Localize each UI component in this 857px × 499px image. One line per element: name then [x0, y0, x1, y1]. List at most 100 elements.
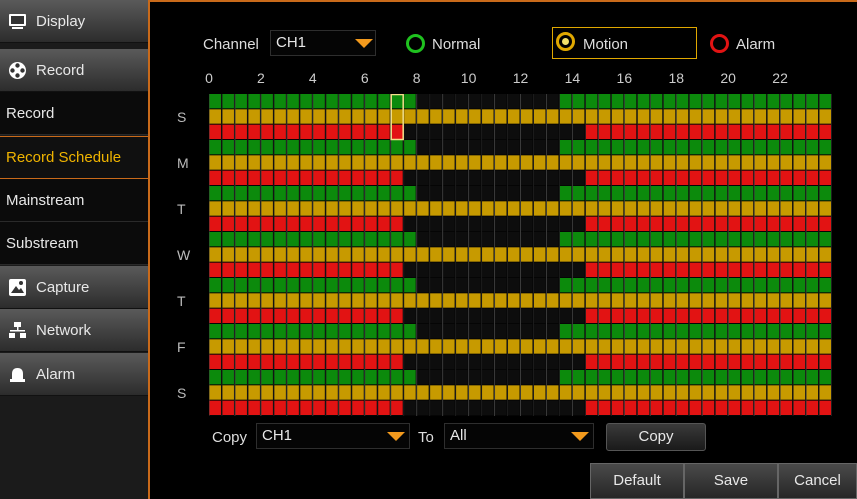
schedule-cell-motion[interactable] — [286, 293, 299, 308]
schedule-cell-normal[interactable] — [377, 186, 390, 201]
schedule-cell-normal[interactable] — [559, 186, 572, 201]
schedule-cell-alarm[interactable] — [455, 308, 468, 323]
schedule-cell-alarm[interactable] — [806, 170, 819, 185]
schedule-cell-motion[interactable] — [689, 109, 702, 124]
schedule-cell-motion[interactable] — [585, 385, 598, 400]
schedule-cell-alarm[interactable] — [403, 170, 416, 185]
schedule-cell-normal[interactable] — [234, 94, 247, 109]
schedule-cell-normal[interactable] — [403, 186, 416, 201]
schedule-cell-motion[interactable] — [637, 293, 650, 308]
schedule-cell-alarm[interactable] — [351, 124, 364, 139]
schedule-cell-normal[interactable] — [260, 232, 273, 247]
schedule-cell-alarm[interactable] — [559, 308, 572, 323]
schedule-cell-alarm[interactable] — [403, 124, 416, 139]
schedule-cell-motion[interactable] — [650, 385, 663, 400]
schedule-cell-normal[interactable] — [650, 186, 663, 201]
schedule-cell-motion[interactable] — [715, 155, 728, 170]
schedule-cell-normal[interactable] — [364, 140, 377, 155]
schedule-cell-motion[interactable] — [741, 247, 754, 262]
schedule-cell-normal[interactable] — [819, 186, 831, 201]
schedule-cell-normal[interactable] — [702, 140, 715, 155]
schedule-cell-normal[interactable] — [728, 278, 741, 293]
schedule-cell-normal[interactable] — [585, 232, 598, 247]
schedule-cell-alarm[interactable] — [234, 262, 247, 277]
schedule-cell-alarm[interactable] — [416, 170, 429, 185]
schedule-cell-motion[interactable] — [728, 109, 741, 124]
schedule-cell-alarm[interactable] — [273, 262, 286, 277]
schedule-cell-alarm[interactable] — [728, 216, 741, 231]
schedule-cell-motion[interactable] — [494, 109, 507, 124]
schedule-cell-normal[interactable] — [209, 140, 221, 155]
schedule-cell-normal[interactable] — [689, 186, 702, 201]
schedule-cell-alarm[interactable] — [234, 216, 247, 231]
schedule-cell-alarm[interactable] — [221, 354, 234, 369]
schedule-cell-motion[interactable] — [637, 109, 650, 124]
schedule-cell-alarm[interactable] — [572, 216, 585, 231]
schedule-cell-normal[interactable] — [780, 94, 793, 109]
schedule-cell-normal[interactable] — [442, 370, 455, 385]
schedule-cell-motion[interactable] — [689, 247, 702, 262]
schedule-cell-alarm[interactable] — [247, 124, 260, 139]
schedule-cell-normal[interactable] — [481, 140, 494, 155]
schedule-cell-motion[interactable] — [793, 339, 806, 354]
schedule-cell-alarm[interactable] — [806, 354, 819, 369]
schedule-cell-normal[interactable] — [325, 140, 338, 155]
schedule-cell-normal[interactable] — [624, 140, 637, 155]
schedule-cell-alarm[interactable] — [702, 400, 715, 415]
schedule-cell-normal[interactable] — [559, 278, 572, 293]
schedule-cell-motion[interactable] — [390, 339, 403, 354]
schedule-cell-normal[interactable] — [689, 370, 702, 385]
schedule-cell-motion[interactable] — [637, 247, 650, 262]
schedule-cell-normal[interactable] — [793, 370, 806, 385]
schedule-cell-normal[interactable] — [468, 94, 481, 109]
schedule-cell-motion[interactable] — [273, 201, 286, 216]
schedule-cell-normal[interactable] — [689, 278, 702, 293]
copy-button[interactable]: Copy — [606, 423, 706, 451]
schedule-cell-alarm[interactable] — [585, 400, 598, 415]
schedule-cell-normal[interactable] — [286, 94, 299, 109]
schedule-cell-motion[interactable] — [559, 385, 572, 400]
schedule-cell-motion[interactable] — [507, 201, 520, 216]
schedule-cell-alarm[interactable] — [209, 170, 221, 185]
schedule-cell-motion[interactable] — [819, 247, 831, 262]
schedule-cell-alarm[interactable] — [455, 124, 468, 139]
schedule-cell-normal[interactable] — [572, 278, 585, 293]
schedule-cell-alarm[interactable] — [209, 354, 221, 369]
schedule-cell-alarm[interactable] — [741, 308, 754, 323]
schedule-cell-normal[interactable] — [546, 370, 559, 385]
schedule-cell-motion[interactable] — [715, 109, 728, 124]
schedule-cell-normal[interactable] — [715, 324, 728, 339]
schedule-cell-normal[interactable] — [728, 232, 741, 247]
schedule-cell-motion[interactable] — [533, 247, 546, 262]
schedule-cell-alarm[interactable] — [234, 400, 247, 415]
schedule-cell-motion[interactable] — [819, 201, 831, 216]
schedule-cell-alarm[interactable] — [650, 354, 663, 369]
schedule-cell-normal[interactable] — [390, 140, 403, 155]
schedule-cell-alarm[interactable] — [286, 124, 299, 139]
schedule-cell-normal[interactable] — [767, 140, 780, 155]
schedule-cell-normal[interactable] — [559, 232, 572, 247]
schedule-cell-normal[interactable] — [351, 140, 364, 155]
schedule-cell-normal[interactable] — [793, 140, 806, 155]
schedule-cell-normal[interactable] — [754, 94, 767, 109]
schedule-cell-alarm[interactable] — [299, 216, 312, 231]
schedule-cell-normal[interactable] — [299, 186, 312, 201]
schedule-cell-alarm[interactable] — [546, 400, 559, 415]
schedule-cell-motion[interactable] — [494, 339, 507, 354]
schedule-cell-normal[interactable] — [624, 370, 637, 385]
schedule-cell-alarm[interactable] — [221, 308, 234, 323]
schedule-cell-motion[interactable] — [624, 247, 637, 262]
schedule-cell-alarm[interactable] — [598, 400, 611, 415]
schedule-cell-alarm[interactable] — [247, 262, 260, 277]
schedule-cell-motion[interactable] — [234, 247, 247, 262]
save-button[interactable]: Save — [684, 463, 778, 499]
schedule-cell-motion[interactable] — [676, 293, 689, 308]
schedule-cell-normal[interactable] — [377, 324, 390, 339]
schedule-cell-motion[interactable] — [702, 155, 715, 170]
schedule-cell-alarm[interactable] — [390, 216, 403, 231]
schedule-cell-alarm[interactable] — [767, 308, 780, 323]
schedule-cell-motion[interactable] — [442, 339, 455, 354]
schedule-cell-normal[interactable] — [299, 278, 312, 293]
schedule-cell-normal[interactable] — [312, 140, 325, 155]
schedule-cell-motion[interactable] — [338, 201, 351, 216]
